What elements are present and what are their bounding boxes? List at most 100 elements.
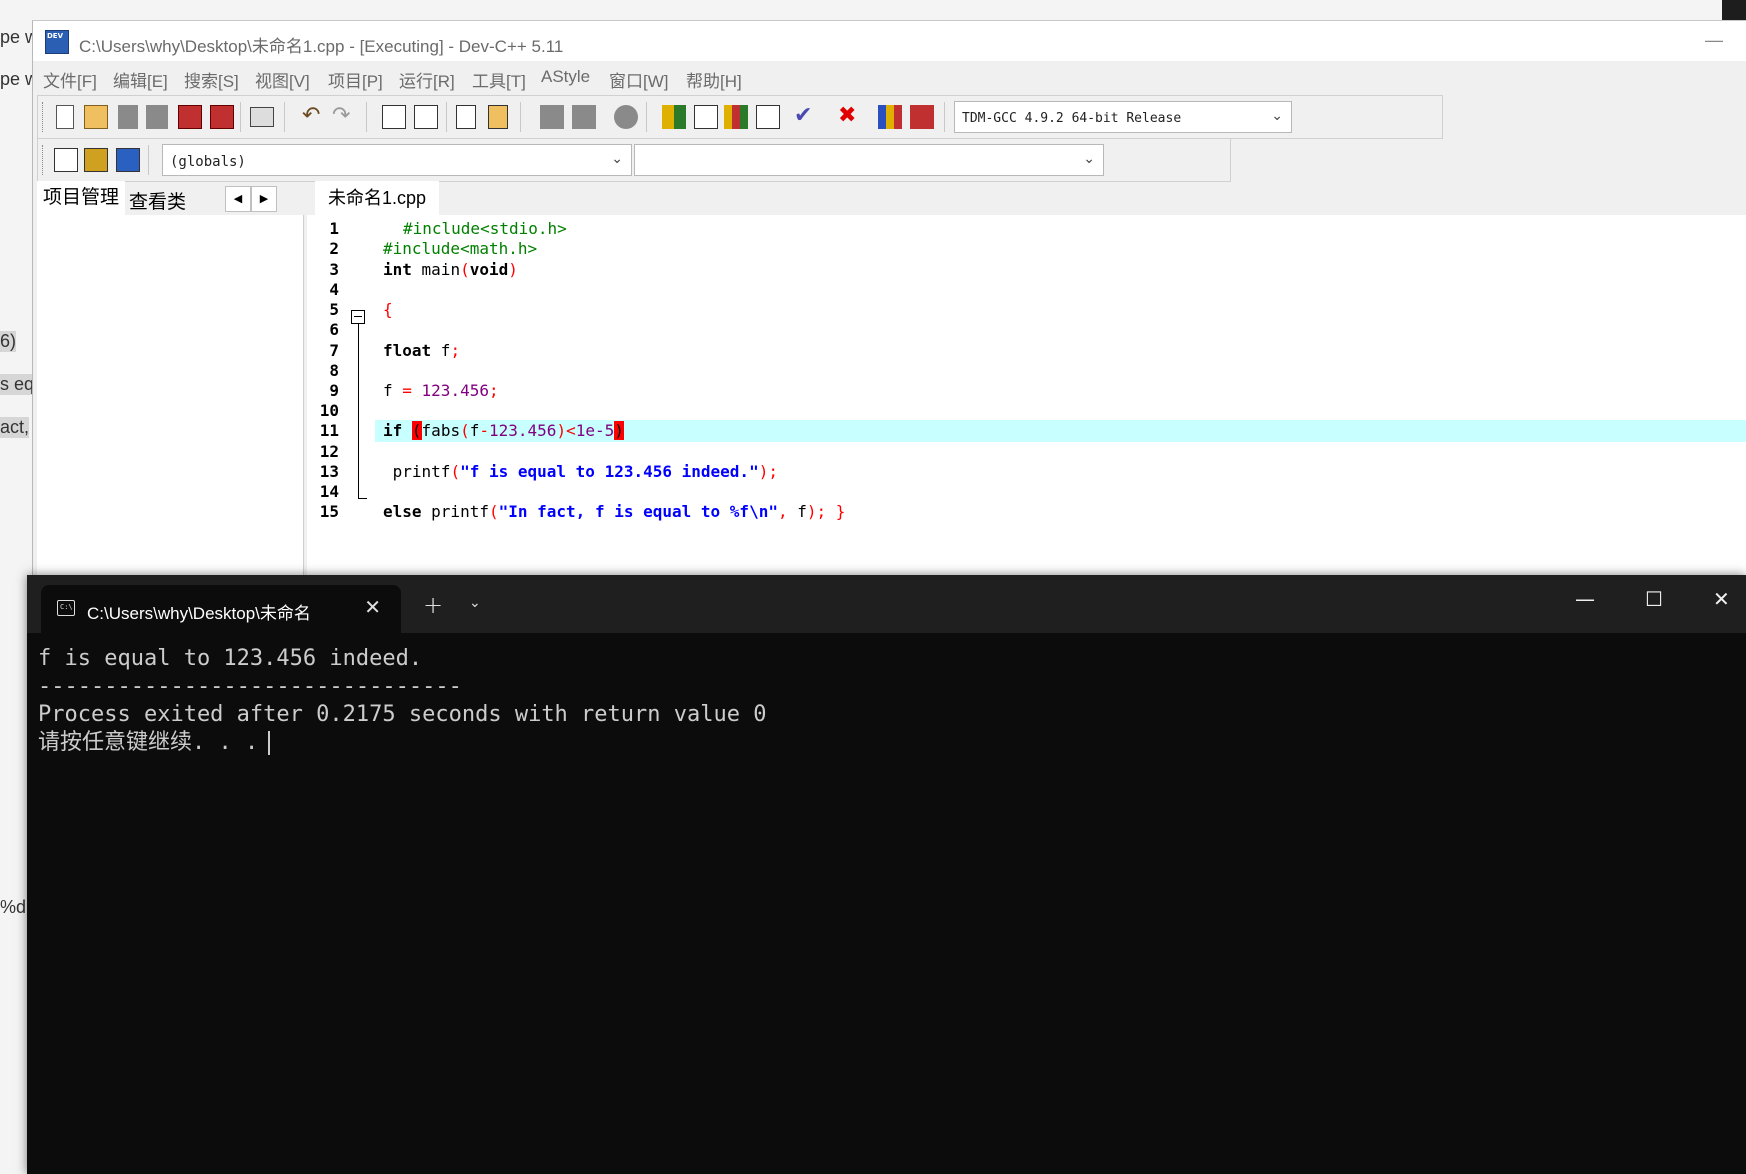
code-token: f bbox=[383, 381, 403, 400]
new-tab-button[interactable]: + bbox=[423, 591, 443, 619]
undo-icon[interactable]: ↶ bbox=[302, 105, 326, 129]
bracket-match: ( bbox=[411, 421, 422, 440]
scope-select[interactable]: (globals) ⌄ bbox=[162, 144, 632, 176]
bookmark-next-icon[interactable] bbox=[572, 105, 596, 129]
background-text-fragment: act, bbox=[0, 417, 30, 438]
fold-guide-line bbox=[358, 324, 359, 499]
window-title: C:\Users\why\Desktop\未命名1.cpp - [Executi… bbox=[79, 37, 564, 56]
terminal-prompt-line: 请按任意键继续. . . bbox=[38, 729, 1746, 757]
close-window-button[interactable]: ✕ bbox=[1713, 587, 1730, 611]
line-number: 7 bbox=[329, 341, 339, 360]
code-token: ; bbox=[488, 381, 499, 400]
delete-profile-icon[interactable] bbox=[910, 105, 934, 129]
menu-project[interactable]: 项目[P] bbox=[328, 67, 383, 92]
bookmark-prev-icon[interactable] bbox=[540, 105, 564, 129]
unindent-icon[interactable] bbox=[488, 105, 508, 129]
terminal-titlebar[interactable]: C:\Users\why\Desktop\未命名 ✕ + ⌄ — ☐ ✕ bbox=[27, 575, 1746, 633]
code-token: fabs bbox=[421, 421, 461, 440]
menu-help[interactable]: 帮助[H] bbox=[686, 67, 742, 92]
menu-edit[interactable]: 编辑[E] bbox=[113, 67, 168, 92]
editor-file-tab[interactable]: 未命名1.cpp bbox=[315, 181, 439, 215]
rebuild-icon[interactable] bbox=[756, 105, 780, 129]
code-token: "In fact, f is equal to %f\n" bbox=[498, 502, 778, 521]
terminal-line: -------------------------------- bbox=[38, 674, 462, 699]
menu-window[interactable]: 窗口[W] bbox=[609, 67, 669, 92]
menu-search[interactable]: 搜索[S] bbox=[184, 67, 239, 92]
tab-scroll-left-icon[interactable]: ◀ bbox=[225, 186, 251, 212]
tab-scroll-right-icon[interactable]: ▶ bbox=[251, 186, 277, 212]
code-token: printf bbox=[421, 502, 489, 521]
compile-run-icon[interactable] bbox=[724, 105, 748, 129]
code-line-2: #include<math.h> bbox=[383, 239, 537, 258]
line-number: 12 bbox=[319, 442, 339, 461]
indent-icon[interactable] bbox=[456, 105, 476, 129]
code-token: 123.456 bbox=[411, 381, 489, 400]
minimize-button[interactable]: — bbox=[1699, 25, 1729, 55]
line-number: 14 bbox=[319, 482, 339, 501]
code-token: ); bbox=[758, 462, 778, 481]
close-tab-icon[interactable]: ✕ bbox=[364, 595, 381, 619]
line-number: 5 bbox=[329, 300, 339, 319]
code-token: ) bbox=[556, 421, 567, 440]
text-cursor bbox=[268, 731, 271, 755]
code-token: } bbox=[826, 502, 846, 521]
minimize-button[interactable]: — bbox=[1575, 587, 1595, 611]
line-number: 8 bbox=[329, 361, 339, 380]
terminal-tab[interactable]: C:\Users\why\Desktop\未命名 ✕ bbox=[41, 585, 401, 633]
code-token: ( bbox=[460, 421, 470, 440]
replace-icon[interactable] bbox=[414, 105, 438, 129]
code-token: #include<stdio.h> bbox=[403, 219, 567, 238]
syntax-check-icon[interactable]: ✔ bbox=[794, 105, 818, 129]
chevron-down-icon[interactable]: ⌄ bbox=[469, 595, 481, 611]
tab-class-browser[interactable]: 查看类 bbox=[129, 187, 186, 214]
save-icon[interactable] bbox=[118, 105, 138, 129]
print-icon[interactable] bbox=[250, 107, 274, 127]
toolbar-grip[interactable] bbox=[42, 145, 45, 175]
bracket-match: ) bbox=[614, 421, 624, 440]
menu-tools[interactable]: 工具[T] bbox=[472, 67, 526, 92]
code-line-1: #include<stdio.h> bbox=[403, 219, 567, 238]
tab-project-manager[interactable]: 项目管理 bbox=[37, 181, 126, 215]
background-dark-corner bbox=[1722, 0, 1746, 20]
code-editor[interactable]: 1 2 3 4 5 6 7 8 9 10 11 12 13 14 15 #inc… bbox=[307, 215, 1746, 587]
code-token: else bbox=[383, 502, 422, 521]
menu-bar: 文件[F] 编辑[E] 搜索[S] 视图[V] 项目[P] 运行[R] 工具[T… bbox=[33, 67, 1746, 93]
code-token: printf bbox=[383, 462, 451, 481]
terminal-output[interactable]: f is equal to 123.456 indeed. ----------… bbox=[38, 645, 1746, 1174]
save-all-icon[interactable] bbox=[146, 105, 168, 129]
terminal-line: Process exited after 0.2175 seconds with… bbox=[38, 702, 767, 727]
stop-icon[interactable]: ✖ bbox=[838, 105, 862, 129]
profile-icon[interactable] bbox=[878, 105, 902, 129]
fold-collapse-icon[interactable] bbox=[351, 310, 365, 324]
goto-definition-icon[interactable] bbox=[116, 148, 140, 172]
devcpp-titlebar[interactable]: C:\Users\why\Desktop\未命名1.cpp - [Executi… bbox=[33, 21, 1746, 61]
insert-icon[interactable] bbox=[54, 148, 78, 172]
maximize-button[interactable]: ☐ bbox=[1645, 587, 1663, 611]
compiler-select[interactable]: TDM-GCC 4.9.2 64-bit Release ⌄ bbox=[954, 101, 1292, 133]
new-file-icon[interactable] bbox=[56, 105, 74, 129]
open-file-icon[interactable] bbox=[84, 105, 108, 129]
goto-line-icon[interactable] bbox=[614, 105, 638, 129]
menu-astyle[interactable]: AStyle bbox=[541, 67, 590, 87]
compiler-value: TDM-GCC 4.9.2 64-bit Release bbox=[962, 111, 1182, 126]
background-text-fragment: pe w bbox=[0, 27, 34, 47]
code-token: if bbox=[383, 421, 412, 440]
add-class-icon[interactable] bbox=[84, 148, 108, 172]
code-token: ); bbox=[806, 502, 827, 521]
find-icon[interactable] bbox=[382, 105, 406, 129]
toolbar-separator bbox=[446, 102, 447, 132]
menu-run[interactable]: 运行[R] bbox=[399, 67, 455, 92]
toolbar-grip[interactable] bbox=[42, 102, 45, 132]
close-all-icon[interactable] bbox=[210, 105, 234, 129]
menu-view[interactable]: 视图[V] bbox=[255, 67, 310, 92]
menu-file[interactable]: 文件[F] bbox=[43, 67, 97, 92]
close-file-icon[interactable] bbox=[178, 105, 202, 129]
code-token: ( bbox=[450, 462, 461, 481]
symbol-select[interactable]: ⌄ bbox=[634, 144, 1104, 176]
compile-icon[interactable] bbox=[662, 105, 686, 129]
code-token: { bbox=[383, 300, 393, 319]
run-icon[interactable] bbox=[694, 105, 718, 129]
redo-icon[interactable]: ↷ bbox=[332, 105, 356, 129]
code-token: f bbox=[787, 502, 807, 521]
project-panel[interactable] bbox=[37, 215, 304, 585]
